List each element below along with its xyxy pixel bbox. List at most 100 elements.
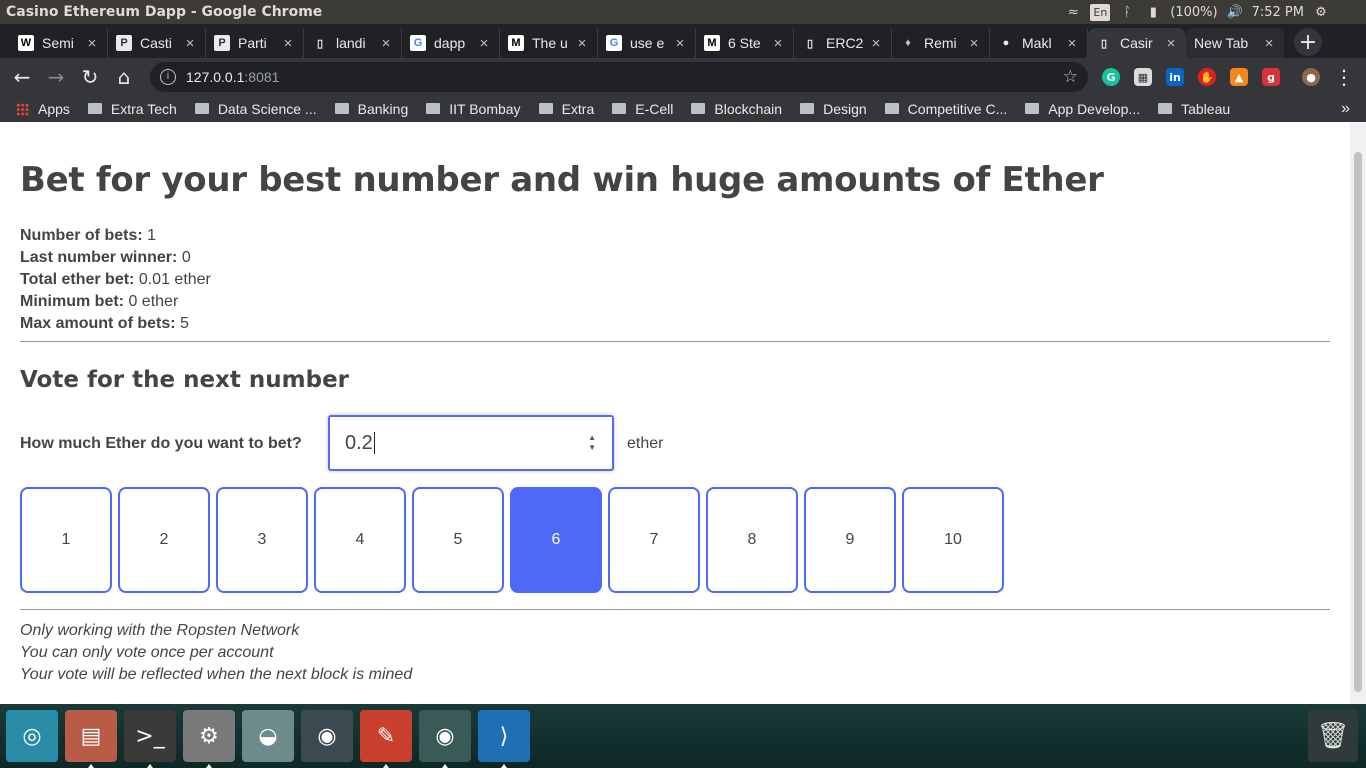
tab-close-icon[interactable]: × bbox=[869, 35, 883, 52]
wifi-icon[interactable]: ≈ bbox=[1064, 5, 1082, 20]
vscode-icon[interactable]: ⟩ bbox=[478, 710, 530, 768]
reload-icon[interactable]: ↻ bbox=[74, 61, 106, 93]
battery-icon[interactable]: ▮ bbox=[1144, 5, 1162, 20]
number-button-1[interactable]: 1 bbox=[20, 487, 112, 593]
new-tab-plus-icon[interactable]: + bbox=[1294, 28, 1322, 56]
back-arrow-icon[interactable]: ← bbox=[6, 61, 38, 93]
site-info-icon[interactable]: i bbox=[160, 69, 176, 85]
tab-11[interactable]: ▯ Casir × bbox=[1088, 28, 1186, 58]
tab-6[interactable]: Guse e × bbox=[598, 28, 696, 58]
tab-close-icon[interactable]: × bbox=[85, 35, 99, 52]
bluetooth-icon[interactable]: ᛛ bbox=[1118, 5, 1136, 20]
bookmark-1[interactable]: Extra Tech bbox=[87, 101, 177, 117]
number-button-9[interactable]: 9 bbox=[804, 487, 896, 593]
address-bar[interactable]: i 127.0.0.1:8081 ☆ bbox=[150, 62, 1088, 92]
bookmarks-overflow-chevron-icon[interactable]: » bbox=[1341, 100, 1350, 118]
bookmark-0[interactable]: Apps bbox=[16, 101, 70, 117]
bookmark-9[interactable]: Competitive C... bbox=[884, 101, 1007, 117]
tab-close-icon[interactable]: × bbox=[1065, 35, 1079, 52]
tab-close-icon[interactable]: × bbox=[183, 35, 197, 52]
number-button-10[interactable]: 10 bbox=[902, 487, 1004, 593]
number-button-8[interactable]: 8 bbox=[706, 487, 798, 593]
tab-close-icon[interactable]: × bbox=[575, 35, 589, 52]
forward-arrow-icon[interactable]: → bbox=[40, 61, 72, 93]
tab-label: Parti bbox=[238, 35, 267, 51]
menu-kebab-icon[interactable]: ⋮ bbox=[1328, 61, 1360, 93]
bookmark-6[interactable]: E-Cell bbox=[612, 101, 673, 117]
bookmark-4[interactable]: IIT Bombay bbox=[426, 101, 521, 117]
tab-close-icon[interactable]: × bbox=[673, 35, 687, 52]
tab-10[interactable]: ● Makl × bbox=[990, 28, 1088, 58]
number-button-4[interactable]: 4 bbox=[314, 487, 406, 593]
tab-close-icon[interactable]: × bbox=[379, 35, 393, 52]
bookmark-2[interactable]: Data Science ... bbox=[194, 101, 317, 117]
tab-close-icon[interactable]: × bbox=[967, 35, 981, 52]
chrome-icon[interactable]: ◉ bbox=[419, 710, 471, 768]
linkedin-extension-icon[interactable]: in bbox=[1166, 68, 1184, 86]
tab-9[interactable]: ♦ Remi × bbox=[892, 28, 990, 58]
metamask-extension-icon[interactable]: ▲ bbox=[1230, 68, 1248, 86]
tab-close-icon[interactable]: × bbox=[477, 35, 491, 52]
bookmark-11[interactable]: Tableau bbox=[1158, 101, 1230, 117]
folder-icon bbox=[691, 102, 706, 114]
tab-1[interactable]: P Casti × bbox=[108, 28, 206, 58]
bookmark-8[interactable]: Design bbox=[800, 101, 867, 117]
number-button-7[interactable]: 7 bbox=[608, 487, 700, 593]
tab-12[interactable]: New Tab × bbox=[1186, 28, 1284, 58]
number-spinner-icon[interactable]: ▲ ▼ bbox=[588, 433, 596, 453]
tab-5[interactable]: M The u × bbox=[500, 28, 598, 58]
number-button-6[interactable]: 6 bbox=[510, 487, 602, 593]
disk-icon[interactable]: ◒ bbox=[242, 710, 294, 762]
bookmark-10[interactable]: App Develop... bbox=[1025, 101, 1140, 117]
tab-7[interactable]: M 6 Ste × bbox=[696, 28, 794, 58]
tab-4[interactable]: Gdapp × bbox=[402, 28, 500, 58]
grammarly-extension-icon[interactable]: G bbox=[1102, 68, 1120, 86]
tab-close-icon[interactable]: × bbox=[771, 35, 785, 52]
folder-icon bbox=[612, 102, 627, 114]
number-button-5[interactable]: 5 bbox=[412, 487, 504, 593]
profile-avatar[interactable]: ● bbox=[1302, 68, 1320, 86]
number-button-2[interactable]: 2 bbox=[118, 487, 210, 593]
adblock-extension-icon[interactable]: ✋ bbox=[1198, 68, 1216, 86]
power-gear-icon[interactable]: ⚙ bbox=[1312, 5, 1330, 20]
blender-icon[interactable]: ◉ bbox=[301, 710, 353, 762]
stat-label: Number of bets: bbox=[20, 227, 143, 244]
tab-label: use e bbox=[630, 35, 665, 51]
note-line: Only working with the Ropsten Network bbox=[20, 622, 300, 639]
terminal-icon[interactable]: >_ bbox=[124, 710, 176, 768]
bookmark-7[interactable]: Blockchain bbox=[691, 101, 782, 117]
tab-close-icon[interactable]: × bbox=[1262, 35, 1276, 52]
bookmark-5[interactable]: Extra bbox=[538, 101, 595, 117]
bet-amount-label: How much Ether do you want to bet? bbox=[20, 435, 302, 452]
tab-close-icon[interactable]: × bbox=[281, 35, 295, 52]
page-scrollbar[interactable] bbox=[1350, 122, 1366, 704]
tab-label: Casti bbox=[140, 35, 172, 51]
scrollbar-thumb[interactable] bbox=[1354, 152, 1362, 692]
layout-extension-icon[interactable]: ▦ bbox=[1134, 68, 1152, 86]
system-top-bar: Casino Ethereum Dapp - Google Chrome ≈ E… bbox=[0, 0, 1366, 24]
battery-percent[interactable]: (100%) bbox=[1170, 5, 1217, 20]
ubuntu-icon[interactable]: ◎ bbox=[6, 710, 58, 762]
tab-close-icon[interactable]: × bbox=[1164, 35, 1178, 52]
settings-icon[interactable]: ⚙ bbox=[183, 710, 235, 768]
gitpod-extension-icon[interactable]: g bbox=[1262, 68, 1280, 86]
bookmark-label: Extra bbox=[561, 101, 595, 117]
tab-3[interactable]: ▯ landi × bbox=[304, 28, 402, 58]
number-button-3[interactable]: 3 bbox=[216, 487, 308, 593]
language-indicator[interactable]: En bbox=[1090, 3, 1111, 21]
trash-icon[interactable]: 🗑 bbox=[1308, 710, 1358, 762]
bookmark-3[interactable]: Banking bbox=[334, 101, 408, 117]
tab-0[interactable]: W Semi × bbox=[10, 28, 108, 58]
tab-favicon-icon: G bbox=[410, 35, 426, 51]
home-icon[interactable]: ⌂ bbox=[108, 61, 140, 93]
tab-8[interactable]: ▯ ERC2 × bbox=[794, 28, 892, 58]
bookmark-label: IIT Bombay bbox=[449, 101, 521, 117]
bookmark-star-icon[interactable]: ☆ bbox=[1063, 67, 1078, 87]
clock[interactable]: 7:52 PM bbox=[1252, 5, 1304, 20]
volume-icon[interactable]: 🔊 bbox=[1226, 5, 1244, 20]
tab-label: Makl bbox=[1022, 35, 1052, 51]
files-icon[interactable]: ▤ bbox=[65, 710, 117, 768]
document-viewer-icon[interactable]: ✎ bbox=[360, 710, 412, 768]
bet-amount-input[interactable]: 0.2 ▲ ▼ bbox=[328, 415, 614, 471]
tab-2[interactable]: P Parti × bbox=[206, 28, 304, 58]
